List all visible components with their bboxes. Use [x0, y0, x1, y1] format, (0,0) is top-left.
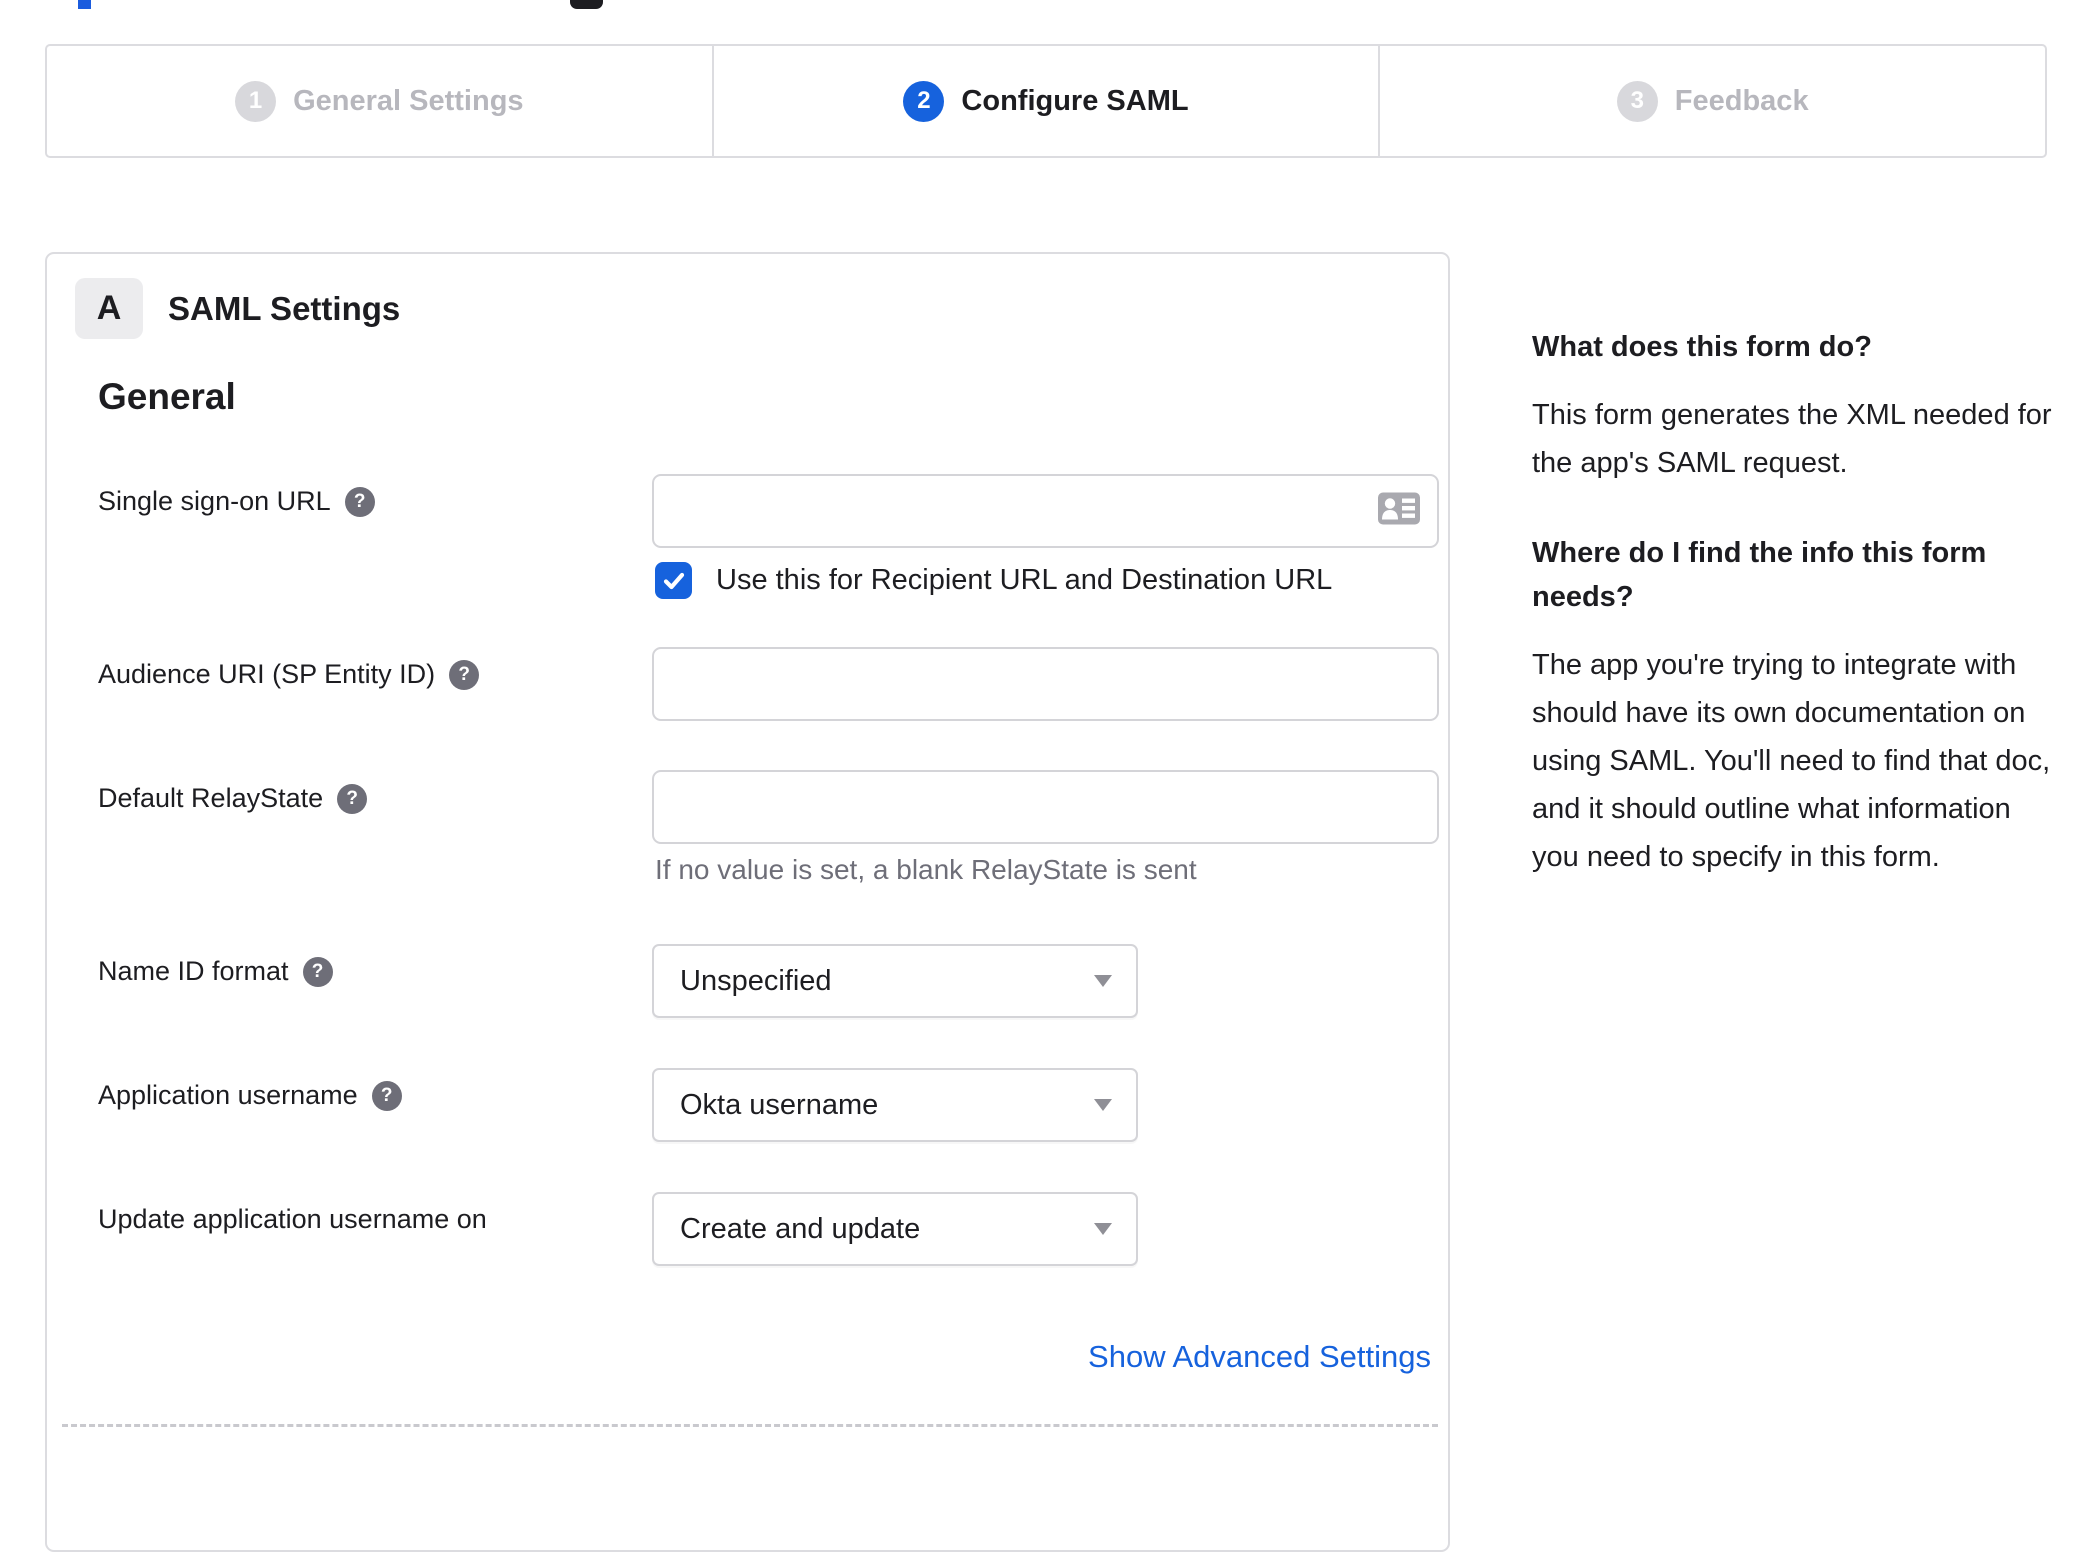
- step-1-label: General Settings: [293, 84, 524, 117]
- step-feedback[interactable]: 3 Feedback: [1378, 46, 2045, 156]
- single-sign-on-url-label: Single sign-on URL ?: [98, 486, 375, 517]
- application-username-help-icon[interactable]: ?: [371, 1080, 402, 1111]
- step-configure-saml[interactable]: 2 Configure SAML: [711, 46, 1379, 156]
- single-sign-on-url-label-text: Single sign-on URL: [98, 486, 331, 516]
- wizard-stepper: 1 General Settings 2 Configure SAML 3 Fe…: [45, 44, 2047, 158]
- single-sign-on-url-help-icon[interactable]: ?: [344, 486, 375, 517]
- update-app-username-value: Create and update: [680, 1212, 921, 1245]
- step-3-number-badge: 3: [1616, 80, 1658, 122]
- name-id-format-select[interactable]: Unspecified: [652, 944, 1138, 1018]
- default-relaystate-input-wrap: [652, 770, 1439, 844]
- step-2-number-badge: 2: [903, 80, 945, 122]
- contact-card-icon[interactable]: [1377, 492, 1421, 531]
- default-relaystate-label-text: Default RelayState: [98, 783, 324, 813]
- saml-settings-panel: A SAML Settings General Single sign-on U…: [45, 252, 1450, 1552]
- help-answer-2: The app you're trying to integrate with …: [1532, 649, 2051, 873]
- name-id-format-help-icon[interactable]: ?: [302, 956, 333, 987]
- audience-uri-input[interactable]: [654, 649, 1437, 719]
- step-3-label: Feedback: [1674, 84, 1809, 117]
- default-relaystate-helper-text: If no value is set, a blank RelayState i…: [655, 854, 1197, 885]
- top-cutoff-blue-fragment: [78, 0, 91, 9]
- name-id-format-label-text: Name ID format: [98, 956, 289, 986]
- default-relaystate-label: Default RelayState ?: [98, 783, 368, 814]
- help-question-1: What does this form do?: [1532, 331, 1872, 363]
- default-relaystate-input[interactable]: [654, 772, 1437, 842]
- recipient-url-checkbox-row: Use this for Recipient URL and Destinati…: [655, 562, 1332, 599]
- update-app-username-select[interactable]: Create and update: [652, 1192, 1138, 1266]
- application-username-value: Okta username: [680, 1088, 879, 1121]
- update-app-username-label-text: Update application username on: [98, 1204, 487, 1234]
- application-username-select[interactable]: Okta username: [652, 1068, 1138, 1142]
- chevron-down-icon: [1094, 1099, 1112, 1111]
- recipient-url-checkbox-label: Use this for Recipient URL and Destinati…: [716, 564, 1333, 596]
- section-title: SAML Settings: [168, 290, 401, 327]
- general-group-heading: General: [98, 376, 236, 417]
- single-sign-on-url-input-wrap: [652, 474, 1439, 548]
- chevron-down-icon: [1094, 1223, 1112, 1235]
- audience-uri-input-wrap: [652, 647, 1439, 721]
- chevron-down-icon: [1094, 975, 1112, 987]
- help-question-2: Where do I find the info this form needs…: [1532, 537, 1987, 613]
- default-relaystate-help-icon[interactable]: ?: [337, 783, 368, 814]
- audience-uri-help-icon[interactable]: ?: [449, 659, 480, 690]
- application-username-label: Application username ?: [98, 1080, 402, 1111]
- audience-uri-label: Audience URI (SP Entity ID) ?: [98, 659, 480, 690]
- step-1-number-badge: 1: [235, 80, 277, 122]
- step-general-settings[interactable]: 1 General Settings: [47, 46, 712, 156]
- update-app-username-label: Update application username on: [98, 1204, 487, 1235]
- application-username-label-text: Application username: [98, 1080, 358, 1110]
- recipient-url-checkbox[interactable]: [655, 562, 692, 599]
- name-id-format-value: Unspecified: [680, 964, 832, 997]
- step-2-label: Configure SAML: [961, 84, 1189, 117]
- top-cutoff-dark-fragment: [570, 0, 603, 9]
- name-id-format-label: Name ID format ?: [98, 956, 333, 987]
- help-answer-1: This form generates the XML needed for t…: [1532, 399, 2052, 479]
- help-sidebar: What does this form do? This form genera…: [1532, 325, 2062, 881]
- show-advanced-settings-link[interactable]: Show Advanced Settings: [1088, 1339, 1431, 1375]
- audience-uri-label-text: Audience URI (SP Entity ID): [98, 659, 436, 689]
- single-sign-on-url-input[interactable]: [654, 476, 1437, 546]
- section-a-badge: A: [75, 278, 143, 339]
